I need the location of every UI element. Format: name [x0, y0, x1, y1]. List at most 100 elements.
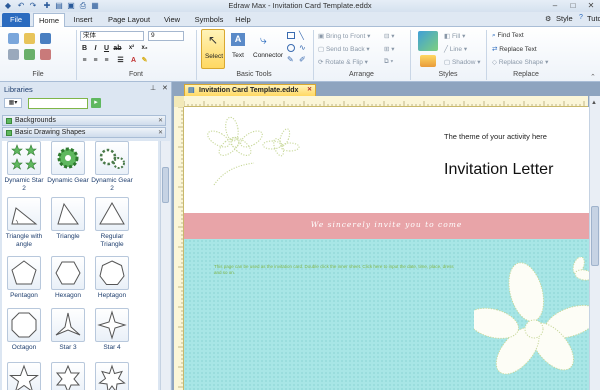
strikethrough-icon[interactable]: ab: [113, 44, 122, 53]
panel-close-icon[interactable]: ✕: [162, 84, 168, 92]
tab-home[interactable]: Home: [33, 13, 65, 27]
open-folder-icon[interactable]: [24, 33, 35, 44]
invitation-title[interactable]: Invitation Letter: [444, 161, 553, 179]
pin-icon[interactable]: ⊥: [150, 84, 156, 92]
maximize-icon[interactable]: □: [564, 0, 582, 12]
pen-tool-icon[interactable]: ✐: [299, 56, 306, 64]
style-menu[interactable]: Style: [556, 14, 573, 23]
shape-regular-triangle[interactable]: Regular Triangle: [90, 197, 134, 249]
tab-view[interactable]: View: [158, 13, 186, 27]
replace-shape-button[interactable]: ◇ Replace Shape ▾: [492, 58, 548, 66]
horizontal-ruler: [184, 96, 588, 107]
align-icon[interactable]: ⊟ ▾: [384, 32, 395, 40]
print-file-icon[interactable]: [8, 49, 19, 60]
canvas-scroll-thumb[interactable]: [591, 206, 599, 266]
basic-shapes-close-icon[interactable]: ✕: [158, 129, 163, 136]
highlight-icon[interactable]: ✎: [140, 56, 149, 65]
library-scroll-thumb[interactable]: [162, 167, 169, 203]
library-menu-icon[interactable]: ▦▾: [4, 98, 22, 108]
select-tool-button[interactable]: ↖ Select: [201, 29, 225, 69]
subscript-icon[interactable]: x₂: [140, 44, 149, 53]
star-5-icon: [7, 362, 41, 390]
section-backgrounds[interactable]: Backgrounds: [2, 115, 166, 126]
tab-insert[interactable]: Insert: [68, 13, 98, 27]
scroll-up-icon[interactable]: ▲: [591, 100, 597, 106]
library-scrollbar[interactable]: [160, 141, 170, 390]
rotate-flip-button[interactable]: ⟳ Rotate & Flip ▾: [318, 58, 368, 66]
theme-icon[interactable]: [420, 55, 436, 67]
replace-text-button[interactable]: ⇄ Replace Text: [492, 45, 537, 53]
align-left-icon[interactable]: ≡: [80, 56, 89, 65]
tab-symbols[interactable]: Symbols: [189, 13, 229, 27]
close-file-icon[interactable]: [40, 49, 51, 60]
find-text-button[interactable]: ⌕ Find Text: [492, 32, 524, 40]
shape-dynamic-gear[interactable]: Dynamic Gear: [46, 141, 90, 185]
shape-triangle-with-angle[interactable]: Triangle with angle: [2, 197, 46, 249]
distribute-icon[interactable]: ⊞ ▾: [384, 45, 395, 53]
shape-star-4[interactable]: Star 4: [90, 308, 134, 352]
line-button[interactable]: ╱ Line ▾: [444, 45, 467, 53]
tutorial-menu[interactable]: Tutor: [587, 14, 600, 23]
font-size-select[interactable]: 9: [148, 31, 184, 41]
line-tool-icon[interactable]: ╲: [299, 32, 304, 40]
shape-pentagon[interactable]: Pentagon: [2, 256, 46, 300]
shape-label: Dynamic Gear 2: [91, 177, 133, 192]
connector-tool-button[interactable]: ⤷ Connector: [250, 29, 286, 69]
pencil-tool-icon[interactable]: ✎: [287, 56, 294, 64]
shape-heptagon[interactable]: Heptagon: [90, 256, 134, 300]
help-icon[interactable]: ?: [579, 14, 583, 21]
shape-star-3[interactable]: Star 3: [46, 308, 90, 352]
minimize-icon[interactable]: –: [546, 0, 564, 12]
italic-icon[interactable]: I: [91, 44, 100, 53]
tab-file[interactable]: File: [2, 13, 30, 27]
library-search-input[interactable]: [28, 98, 88, 109]
tab-page-layout[interactable]: Page Layout: [102, 13, 156, 27]
bring-to-front-button[interactable]: ▣ Bring to Front ▾: [318, 32, 370, 40]
tab-help[interactable]: Help: [231, 13, 255, 27]
underline-icon[interactable]: U: [102, 44, 111, 53]
shape-star-7[interactable]: [90, 362, 134, 390]
shape-dynamic-gear-2[interactable]: Dynamic Gear 2: [90, 141, 134, 193]
font-name-select[interactable]: 宋体: [80, 31, 144, 41]
shape-label: Triangle: [56, 233, 80, 240]
shape-star-6[interactable]: [46, 362, 90, 390]
text-tool-button[interactable]: A Text: [228, 29, 248, 69]
shape-star-5[interactable]: [2, 362, 46, 390]
activity-theme-text[interactable]: The theme of your activity here: [444, 132, 547, 141]
align-right-icon[interactable]: ≡: [102, 56, 111, 65]
align-center-icon[interactable]: ≡: [91, 56, 100, 65]
quick-style-icon[interactable]: [418, 31, 438, 51]
shape-triangle[interactable]: Triangle: [46, 197, 90, 241]
invitation-band-text[interactable]: We sincerely invite you to come: [184, 220, 589, 229]
shadow-button[interactable]: ▢ Shadow ▾: [444, 58, 481, 66]
section-basic-drawing-shapes[interactable]: Basic Drawing Shapes: [2, 127, 166, 138]
save-file-icon[interactable]: [40, 33, 51, 44]
card-note-text[interactable]: This page can be used as the invitation …: [214, 264, 454, 276]
export-file-icon[interactable]: [24, 49, 35, 60]
new-file-icon[interactable]: [8, 33, 19, 44]
rectangle-tool-icon[interactable]: [287, 32, 295, 39]
search-go-icon[interactable]: ▸: [91, 98, 101, 108]
send-to-back-button[interactable]: ▢ Send to Back ▾: [318, 45, 370, 53]
bullets-icon[interactable]: ☰: [116, 56, 125, 65]
close-icon[interactable]: ✕: [582, 0, 600, 12]
backgrounds-close-icon[interactable]: ✕: [158, 117, 163, 124]
document-tab[interactable]: ▤ Invitation Card Template.eddx ✕: [184, 84, 316, 96]
group-icon[interactable]: ⧉ ▾: [384, 58, 393, 66]
shape-dynamic-star-2[interactable]: Dynamic Star 2: [2, 141, 46, 193]
ellipse-tool-icon[interactable]: [287, 44, 295, 52]
canvas-scrollbar[interactable]: ▲: [589, 96, 600, 390]
flower-decoration-top: [207, 116, 300, 186]
font-color-icon[interactable]: A: [129, 56, 138, 65]
document-tab-close-icon[interactable]: ✕: [307, 85, 312, 96]
superscript-icon[interactable]: x²: [127, 44, 136, 53]
bold-icon[interactable]: B: [80, 44, 89, 53]
basic-shapes-section-icon: [6, 130, 12, 136]
style-icon[interactable]: ⚙: [545, 15, 551, 23]
curve-tool-icon[interactable]: ∿: [299, 44, 306, 52]
collapse-ribbon-icon[interactable]: ⌃: [590, 73, 596, 81]
canvas-page[interactable]: The theme of your activity here Invitati…: [184, 107, 589, 390]
shape-hexagon[interactable]: Hexagon: [46, 256, 90, 300]
fill-button[interactable]: ◧ Fill ▾: [444, 32, 465, 40]
shape-octagon[interactable]: Octagon: [2, 308, 46, 352]
